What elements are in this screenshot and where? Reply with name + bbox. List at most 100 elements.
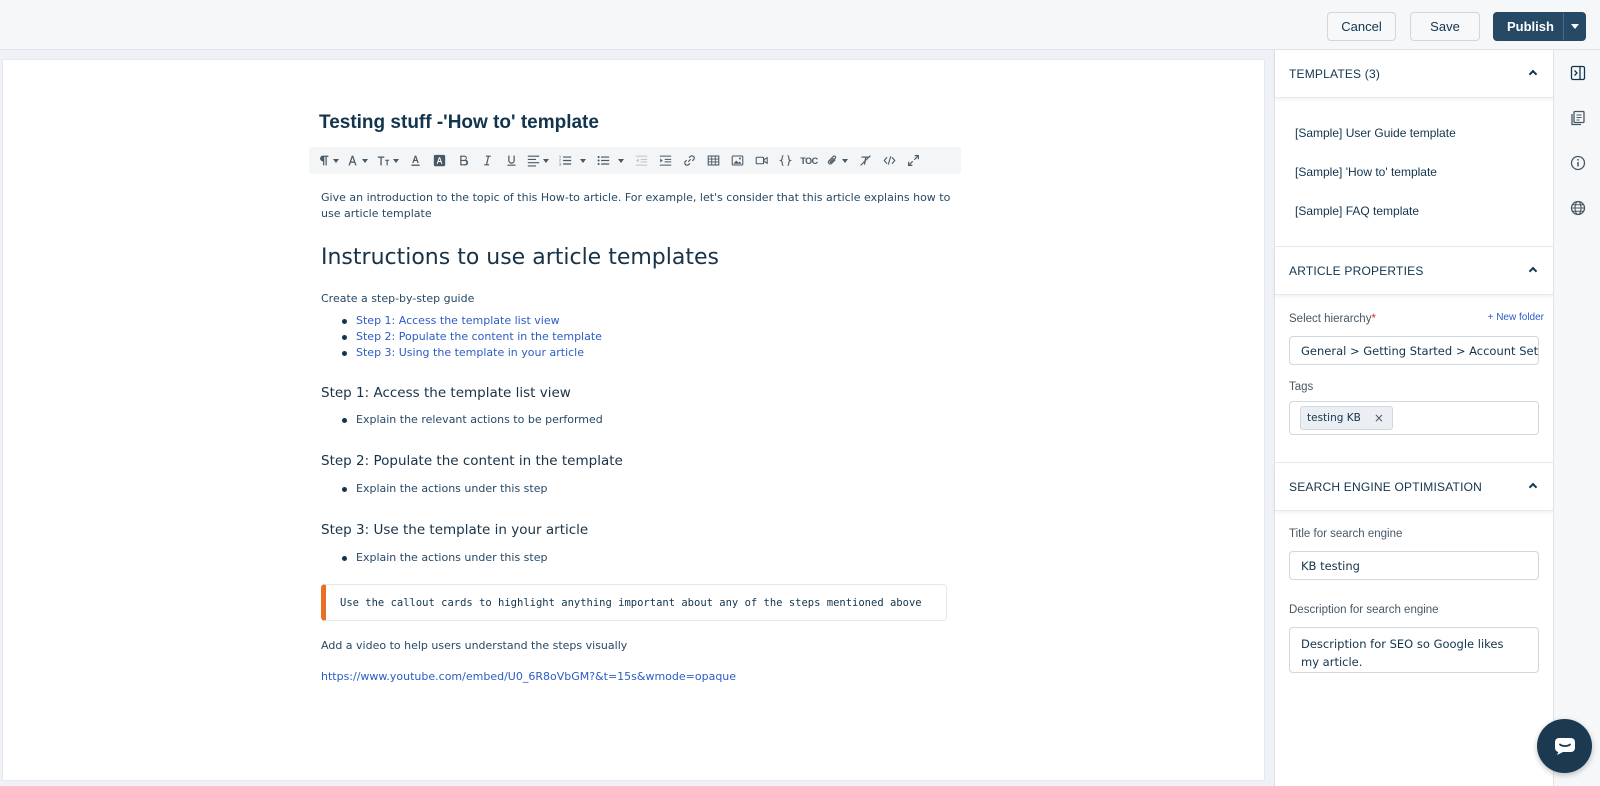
tags-input[interactable]: testing KB × (1289, 401, 1539, 435)
callout-card: Use the callout cards to highlight anyth… (321, 584, 947, 621)
step-3-heading: Step 3: Use the template in your article (321, 522, 589, 538)
ordered-list-button[interactable]: 123 (553, 147, 591, 174)
svg-text:3: 3 (559, 162, 561, 166)
code-block-button[interactable] (773, 147, 797, 174)
italic-icon (483, 155, 491, 166)
ordered-list-icon: 123 (559, 155, 571, 166)
step-2-link[interactable]: Step 2: Populate the content in the temp… (356, 330, 602, 343)
paragraph-format-button[interactable] (315, 147, 341, 174)
section-heading: Instructions to use article templates (321, 245, 719, 270)
article-properties-header-label: ARTICLE PROPERTIES (1289, 263, 1424, 278)
chevron-up-icon (1528, 69, 1538, 79)
clear-formatting-button[interactable] (853, 147, 877, 174)
list-item: Step 2: Populate the content in the temp… (342, 329, 961, 345)
guide-label: Create a step-by-step guide (321, 292, 475, 305)
chevron-up-icon (1528, 482, 1538, 492)
template-item-user-guide[interactable]: [Sample] User Guide template (1295, 126, 1456, 140)
indent-icon (659, 155, 671, 166)
image-icon (731, 155, 743, 166)
text-color-button[interactable] (403, 147, 427, 174)
fullscreen-button[interactable] (901, 147, 925, 174)
publish-options-dropdown[interactable] (1563, 13, 1585, 40)
italic-button[interactable] (475, 147, 499, 174)
tag-chip: testing KB × (1300, 406, 1393, 430)
chat-icon (1554, 738, 1575, 755)
font-size-button[interactable] (373, 147, 403, 174)
outdent-button[interactable] (629, 147, 653, 174)
close-icon[interactable]: × (1374, 411, 1384, 425)
chevron-down-icon (1570, 24, 1579, 29)
unordered-list-icon (597, 155, 609, 166)
globe-icon[interactable] (1570, 200, 1586, 216)
underline-icon (506, 155, 516, 166)
video-url-link[interactable]: https://www.youtube.com/embed/U0_6R8oVbG… (321, 669, 961, 685)
publish-label: Publish (1507, 19, 1554, 34)
indent-button[interactable] (653, 147, 677, 174)
list-item: Explain the actions under this step (342, 481, 961, 497)
seo-title-label: Title for search engine (1289, 528, 1403, 540)
editor-toolbar: 123 TOC (309, 147, 961, 174)
bold-button[interactable] (451, 147, 475, 174)
font-family-button[interactable] (341, 147, 373, 174)
chevron-up-icon (1528, 266, 1538, 276)
new-folder-link[interactable]: + New folder (1488, 312, 1544, 323)
insert-toc-button[interactable]: TOC (797, 147, 821, 174)
collapse-panel-icon[interactable] (1570, 65, 1586, 81)
font-size-icon (377, 156, 390, 166)
step-1-link[interactable]: Step 1: Access the template list view (356, 314, 560, 327)
list-item: Step 3: Using the template in your artic… (342, 345, 961, 361)
insert-video-button[interactable] (749, 147, 773, 174)
templates-header-label: TEMPLATES (3) (1289, 66, 1381, 81)
font-icon (348, 155, 357, 166)
text-color-icon (410, 155, 420, 166)
outdent-icon (635, 155, 647, 166)
tags-label: Tags (1289, 381, 1314, 393)
cancel-button[interactable]: Cancel (1327, 12, 1396, 41)
templates-icon[interactable] (1570, 110, 1586, 126)
step-1-list: Explain the relevant actions to be perfo… (342, 412, 961, 428)
tag-label: testing KB (1307, 412, 1361, 424)
underline-button[interactable] (499, 147, 523, 174)
insert-image-button[interactable] (725, 147, 749, 174)
side-rail (1553, 50, 1600, 786)
clear-format-icon (859, 155, 871, 166)
article-title[interactable]: Testing stuff -'How to' template (319, 112, 599, 134)
list-item: Explain the actions under this step (342, 550, 961, 566)
top-bar: Cancel Save Publish (0, 0, 1600, 50)
templates-section-header[interactable]: TEMPLATES (3) (1275, 50, 1554, 98)
code-view-button[interactable] (877, 147, 901, 174)
publish-button[interactable]: Publish (1493, 12, 1586, 41)
link-icon (683, 155, 695, 166)
bold-icon (459, 155, 468, 166)
table-icon (707, 155, 719, 166)
article-properties-section-header[interactable]: ARTICLE PROPERTIES (1275, 247, 1554, 295)
attachment-button[interactable] (821, 147, 853, 174)
align-left-icon (527, 155, 540, 167)
code-icon (883, 156, 895, 165)
article-editor[interactable]: Testing stuff -'How to' template 1 2 3 T… (2, 59, 1265, 781)
align-button[interactable] (523, 147, 553, 174)
unordered-list-button[interactable] (591, 147, 629, 174)
seo-description-label: Description for search engine (1289, 604, 1439, 616)
hierarchy-select[interactable]: General > Getting Started > Account Sett… (1289, 336, 1539, 365)
seo-header-label: SEARCH ENGINE OPTIMISATION (1289, 479, 1482, 494)
seo-title-input[interactable]: KB testing (1289, 551, 1539, 580)
step-3-link[interactable]: Step 3: Using the template in your artic… (356, 346, 584, 359)
template-item-how-to[interactable]: [Sample] 'How to' template (1295, 165, 1437, 179)
save-button[interactable]: Save (1410, 12, 1480, 41)
insert-table-button[interactable] (701, 147, 725, 174)
guide-link-list: Step 1: Access the template list view St… (342, 313, 961, 361)
info-icon[interactable] (1570, 155, 1586, 171)
insert-link-button[interactable] (677, 147, 701, 174)
callout-text: Use the callout cards to highlight anyth… (340, 596, 922, 609)
article-body[interactable]: Give an introduction to the topic of thi… (321, 190, 961, 685)
seo-section-header[interactable]: SEARCH ENGINE OPTIMISATION (1275, 463, 1554, 511)
list-item: Step 1: Access the template list view (342, 313, 961, 329)
chat-widget-button[interactable] (1537, 719, 1592, 773)
step-2-heading: Step 2: Populate the content in the temp… (321, 453, 623, 469)
background-color-button[interactable] (427, 147, 451, 174)
template-item-faq[interactable]: [Sample] FAQ template (1295, 204, 1419, 218)
intro-paragraph: Give an introduction to the topic of thi… (321, 191, 951, 220)
video-label: Add a video to help users understand the… (321, 639, 628, 652)
seo-description-textarea[interactable]: Description for SEO so Google likes my a… (1289, 627, 1539, 673)
